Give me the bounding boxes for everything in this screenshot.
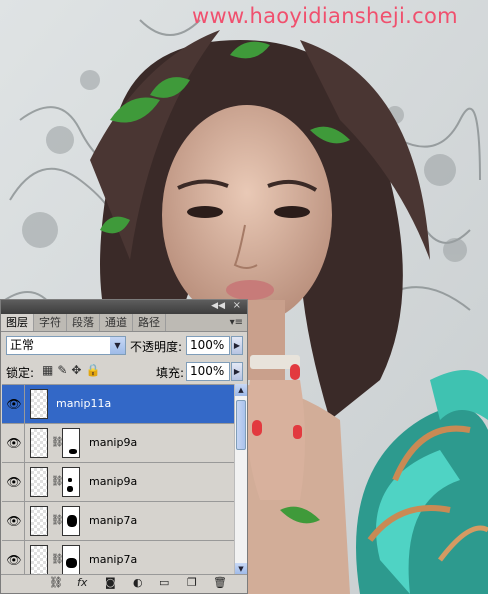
new-layer-icon[interactable]: ❐ (187, 576, 197, 589)
visibility-eye-icon[interactable]: 👁 (4, 541, 25, 576)
lock-all-icon[interactable]: 🔒 (85, 363, 100, 377)
layer-row[interactable]: 👁 ⛓ manip9a (2, 424, 234, 463)
layer-name: manip7a (89, 514, 138, 527)
panel-tabs: 图层 字符 段落 通道 路径 ▾≡ (1, 314, 247, 332)
mask-icon[interactable]: ◙ (105, 576, 116, 589)
layer-thumbnail (30, 506, 48, 536)
layer-thumbnail (30, 467, 48, 497)
tab-channels[interactable]: 通道 (100, 314, 133, 331)
layer-thumbnail (30, 389, 48, 419)
layer-thumbnail (30, 428, 48, 458)
lock-move-icon[interactable]: ✥ (71, 363, 81, 377)
trash-icon[interactable]: 🗑 (213, 576, 227, 589)
tab-layers[interactable]: 图层 (1, 314, 34, 331)
opacity-input[interactable]: 100% (186, 336, 230, 355)
layer-name: manip11a (56, 397, 112, 410)
blend-mode-value: 正常 (10, 338, 35, 352)
layer-row[interactable]: 👁 manip11a (2, 385, 234, 424)
blend-mode-select[interactable]: 正常 ▼ (6, 336, 126, 355)
layer-mask-thumbnail (62, 506, 80, 536)
panel-bottom-toolbar: ⛓ fx ◙ ◐ ▭ ❐ 🗑 (1, 574, 247, 593)
layer-name: manip9a (89, 475, 138, 488)
layer-row[interactable]: 👁 ⛓ manip7a (2, 541, 234, 576)
layer-name: manip7a (89, 553, 138, 566)
lock-label: 锁定: (6, 366, 35, 380)
opacity-label: 不透明度: (130, 340, 183, 354)
visibility-eye-icon[interactable]: 👁 (4, 502, 25, 540)
visibility-eye-icon[interactable]: 👁 (4, 385, 25, 423)
fill-input[interactable]: 100% (186, 362, 230, 381)
layers-scrollbar[interactable]: ▲ ▼ (234, 384, 247, 575)
tab-paths[interactable]: 路径 (133, 314, 166, 331)
chevron-down-icon: ▼ (110, 337, 125, 354)
visibility-eye-icon[interactable]: 👁 (4, 424, 25, 462)
blend-row: 正常 ▼ 不透明度: 100% ▶ (6, 336, 244, 356)
layers-panel: ◀◀ × 图层 字符 段落 通道 路径 ▾≡ 正常 ▼ 不透明度: 100% ▶… (0, 299, 248, 594)
layer-mask-thumbnail (62, 467, 80, 497)
layer-mask-thumbnail (62, 428, 80, 458)
layer-mask-thumbnail (62, 545, 80, 575)
link-icon[interactable]: ⛓ (49, 576, 63, 589)
lock-brush-icon[interactable]: ✎ (57, 363, 67, 377)
scroll-thumb[interactable] (236, 400, 246, 450)
fill-label: 填充: (156, 366, 185, 380)
layers-list: 👁 manip11a 👁 ⛓ manip9a 👁 ⛓ manip9a 👁 ⛓ m… (2, 384, 234, 576)
fx-icon[interactable]: fx (77, 576, 87, 589)
scroll-up-icon[interactable]: ▲ (235, 384, 247, 396)
visibility-eye-icon[interactable]: 👁 (4, 463, 25, 501)
collapse-icon[interactable]: ◀◀ (211, 301, 225, 311)
layer-name: manip9a (89, 436, 138, 449)
adjustment-icon[interactable]: ◐ (133, 576, 143, 589)
tab-paragraph[interactable]: 段落 (67, 314, 100, 331)
folder-icon[interactable]: ▭ (159, 576, 169, 589)
lock-transparent-icon[interactable]: ▦ (42, 363, 53, 377)
close-icon[interactable]: × (233, 300, 241, 311)
fill-arrow-icon[interactable]: ▶ (231, 362, 243, 381)
layer-row[interactable]: 👁 ⛓ manip7a (2, 502, 234, 541)
lock-row: 锁定: ▦ ✎ ✥ 🔒 填充: 100% ▶ (6, 362, 244, 382)
layer-row[interactable]: 👁 ⛓ manip9a (2, 463, 234, 502)
panel-title-bar: ◀◀ × (1, 300, 247, 314)
panel-menu-icon[interactable]: ▾≡ (230, 317, 243, 328)
watermark-url: www.haoyidiansheji.com (192, 4, 458, 28)
tab-character[interactable]: 字符 (34, 314, 67, 331)
lock-icons: ▦ ✎ ✥ 🔒 (42, 363, 104, 377)
opacity-arrow-icon[interactable]: ▶ (231, 336, 243, 355)
layer-thumbnail (30, 545, 48, 575)
